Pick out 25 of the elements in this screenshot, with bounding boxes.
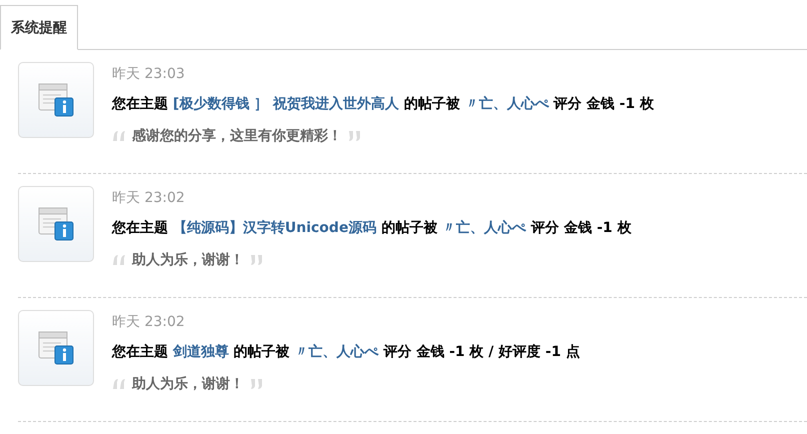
thread-link[interactable]: 【纯源码】汉字转Unicode源码	[172, 220, 376, 236]
thread-link[interactable]: 剑道独尊	[172, 344, 229, 360]
quote-text: 助人为乐，谢谢！	[132, 251, 244, 269]
quote-text: 感谢您的分享，这里有你更精彩！	[132, 127, 342, 145]
open-quote-icon	[112, 255, 126, 265]
notice-time: 昨天 23:02	[112, 189, 186, 208]
info-window-icon	[37, 206, 75, 242]
notice-message: 您在主题 [极少数得钱 ］ 祝贺我进入世外高人 的帖子被 〃亡、人心ぺ 评分 金钱 -1 枚	[112, 95, 654, 113]
user-link[interactable]: 〃亡、人心ぺ	[464, 96, 549, 112]
thread-link[interactable]: [极少数得钱 ］ 祝贺我进入世外高人	[172, 96, 400, 112]
notice-time: 昨天 23:03	[112, 65, 186, 84]
quote-text: 助人为乐，谢谢！	[132, 375, 244, 393]
notice-message: 您在主题 【纯源码】汉字转Unicode源码 的帖子被 〃亡、人心ぺ 评分 金钱 -1 枚	[112, 219, 632, 237]
info-window-icon	[37, 82, 75, 118]
close-quote-icon	[250, 255, 264, 265]
info-window-icon	[37, 330, 75, 366]
notice-time: 昨天 23:02	[112, 313, 186, 332]
open-quote-icon	[112, 379, 126, 389]
close-quote-icon	[348, 131, 362, 141]
open-quote-icon	[112, 131, 126, 141]
notice-message: 您在主题 剑道独尊 的帖子被 〃亡、人心ぺ 评分 金钱 -1 枚 / 好评度 -1 点	[112, 343, 580, 361]
tab[interactable]: 系统提醒	[0, 5, 78, 50]
user-link[interactable]: 〃亡、人心ぺ	[442, 220, 526, 236]
close-quote-icon	[250, 379, 264, 389]
user-link[interactable]: 〃亡、人心ぺ	[294, 344, 379, 360]
